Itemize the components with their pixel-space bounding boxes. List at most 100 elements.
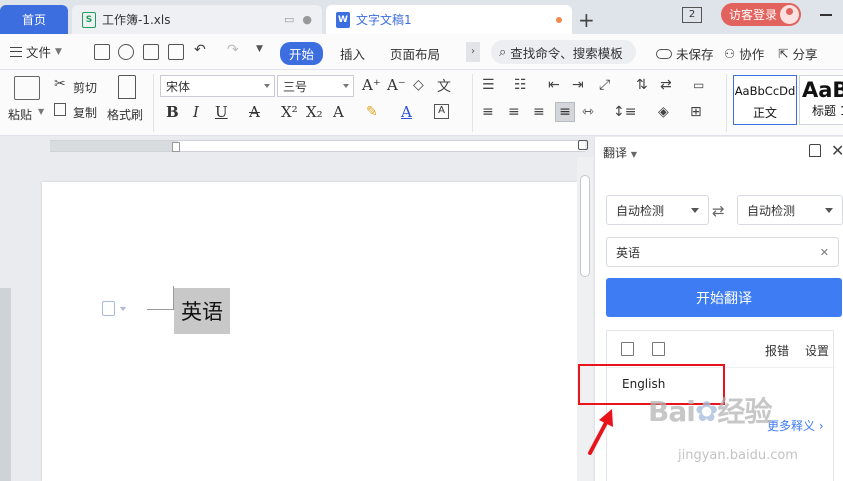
highlight-icon[interactable]: ✎ <box>366 104 378 120</box>
tab-insert[interactable]: 插入 <box>340 44 365 63</box>
font-size-select[interactable]: 三号 <box>277 75 354 97</box>
bold-icon[interactable]: B <box>166 103 179 121</box>
tab-home[interactable]: 首页 <box>0 5 68 34</box>
document-canvas[interactable]: 英语 <box>11 157 577 481</box>
phonetic-guide-icon[interactable]: 文 <box>437 76 451 96</box>
distribute-icon[interactable]: ⇿ <box>582 104 594 120</box>
search-placeholder: 查找命令、搜索模板 <box>510 45 623 61</box>
paste-dropdown-icon[interactable]: ▼ <box>38 107 44 116</box>
copy-result-icon[interactable] <box>652 342 665 356</box>
cut-button[interactable]: 剪切 <box>73 79 97 96</box>
subscript-icon[interactable]: X₂ <box>306 103 323 121</box>
paragraph-layout-icon[interactable] <box>102 301 115 316</box>
tab-start[interactable]: 开始 <box>280 42 324 65</box>
clear-input-icon[interactable]: ✕ <box>820 246 829 259</box>
chinese-layout-icon[interactable]: ⤢ <box>599 77 610 93</box>
minimize-icon[interactable] <box>820 14 832 16</box>
pin-icon[interactable] <box>809 144 821 157</box>
cloud-icon <box>656 48 672 59</box>
window-icon[interactable]: ▭ <box>284 13 294 26</box>
share-button[interactable]: ⇱ 分享 <box>778 44 818 63</box>
tab-page-layout[interactable]: 页面布局 <box>390 44 440 63</box>
selected-text[interactable]: 英语 <box>174 288 230 334</box>
avatar-icon <box>780 5 799 24</box>
more-definitions-link[interactable]: 更多释义 › <box>767 417 824 434</box>
redo-icon[interactable]: ↷ <box>227 42 239 58</box>
collab-button[interactable]: ⚇ 协作 <box>724 44 764 63</box>
unsaved-button[interactable]: 未保存 <box>656 44 714 63</box>
justify-icon[interactable]: ≡ <box>555 102 575 122</box>
visitor-login-button[interactable]: 访客登录 <box>721 3 801 26</box>
print-icon[interactable] <box>143 44 159 60</box>
settings-link[interactable]: 设置 <box>805 342 829 359</box>
chevron-down-icon[interactable] <box>120 307 126 311</box>
save-icon[interactable] <box>94 44 110 60</box>
tab-spreadsheet[interactable]: S 工作簿-1.xls ▭ ● <box>72 5 322 34</box>
table-icon[interactable]: ▭ <box>693 78 704 92</box>
grow-font-icon[interactable]: A⁺ <box>362 76 381 94</box>
source-language-select[interactable]: 自动检测 <box>606 195 709 225</box>
align-right-icon[interactable]: ≡ <box>533 104 545 120</box>
line-spacing-icon[interactable]: ↕≡ <box>613 104 636 120</box>
font-color-icon[interactable]: A <box>401 103 412 121</box>
bullet-list-icon[interactable]: ☰ <box>482 77 495 93</box>
italic-icon[interactable]: I <box>193 103 199 121</box>
print-preview-icon[interactable] <box>168 44 184 60</box>
borders-icon[interactable]: ⊞ <box>690 104 702 120</box>
font-name-select[interactable]: 宋体 <box>160 75 275 97</box>
file-menu[interactable]: 文件 ▼ <box>10 42 62 61</box>
style-heading-1[interactable]: AaB 标题 1 <box>799 75 843 125</box>
chevron-down-icon <box>691 207 699 213</box>
paste-icon[interactable] <box>14 76 40 100</box>
decrease-indent-icon[interactable]: ⇤ <box>548 77 560 93</box>
superscript-icon[interactable]: X² <box>281 103 298 121</box>
vertical-ruler <box>0 160 11 481</box>
more-tabs-button[interactable]: › <box>466 42 480 62</box>
quick-access-dropdown-icon[interactable]: ▼ <box>256 44 263 54</box>
source-text-input[interactable]: 英语 ✕ <box>606 237 839 267</box>
tab-close-dot-icon[interactable]: ● <box>302 13 312 26</box>
ruler-toggle-icon[interactable] <box>578 140 588 150</box>
chevron-down-icon: ▼ <box>630 150 637 159</box>
tab-document[interactable]: W 文字文稿1 <box>326 5 572 34</box>
ribbon-divider <box>726 74 727 132</box>
undo-icon[interactable]: ↶ <box>194 42 206 58</box>
panel-title[interactable]: 翻译 ▼ <box>603 144 637 161</box>
numbered-list-icon[interactable]: ☷ <box>514 77 527 93</box>
export-icon[interactable] <box>118 44 134 60</box>
style-normal-preview: AaBbCcDd <box>734 84 796 98</box>
strikethrough-icon[interactable]: A <box>249 103 260 121</box>
show-marks-icon[interactable]: ⇄ <box>660 77 672 93</box>
close-icon[interactable]: ✕ <box>831 141 843 160</box>
shading-icon[interactable]: ◈ <box>658 104 669 120</box>
annotation-arrow-icon <box>588 409 613 455</box>
page-margin-mark <box>147 286 174 310</box>
copy-button[interactable]: 复制 <box>73 104 97 121</box>
char-border-icon[interactable]: A <box>434 104 449 119</box>
text-effect-icon[interactable]: A <box>333 103 344 121</box>
insert-to-doc-icon[interactable] <box>621 342 634 356</box>
increase-indent-icon[interactable]: ⇥ <box>572 77 584 93</box>
scrollbar-thumb[interactable] <box>580 175 590 277</box>
tab-home-label: 首页 <box>21 13 46 27</box>
align-left-icon[interactable]: ≡ <box>482 104 494 120</box>
command-search[interactable]: ⌕ 查找命令、搜索模板 <box>491 40 636 64</box>
horizontal-ruler[interactable] <box>0 137 590 157</box>
start-translate-button[interactable]: 开始翻译 <box>606 278 842 317</box>
format-painter-button[interactable]: 格式刷 <box>107 106 143 123</box>
paste-button[interactable]: 粘贴 <box>8 106 32 123</box>
clear-format-icon[interactable]: ◇ <box>413 77 424 93</box>
document-page[interactable]: 英语 <box>42 182 577 481</box>
swap-languages-icon[interactable]: ⇄ <box>712 202 725 220</box>
align-center-icon[interactable]: ≡ <box>508 104 520 120</box>
sort-icon[interactable]: ⇅ <box>636 77 648 93</box>
underline-icon[interactable]: U <box>215 103 228 121</box>
report-error-link[interactable]: 报错 <box>765 342 789 359</box>
shrink-font-icon[interactable]: A⁻ <box>387 76 406 94</box>
target-language-select[interactable]: 自动检测 <box>737 195 843 225</box>
window-count-badge[interactable]: 2 <box>682 7 702 23</box>
new-tab-button[interactable]: + <box>578 8 595 32</box>
indent-marker-icon[interactable] <box>172 142 180 152</box>
style-normal[interactable]: AaBbCcDd 正文 <box>733 75 797 125</box>
ruler-scale <box>50 140 585 152</box>
